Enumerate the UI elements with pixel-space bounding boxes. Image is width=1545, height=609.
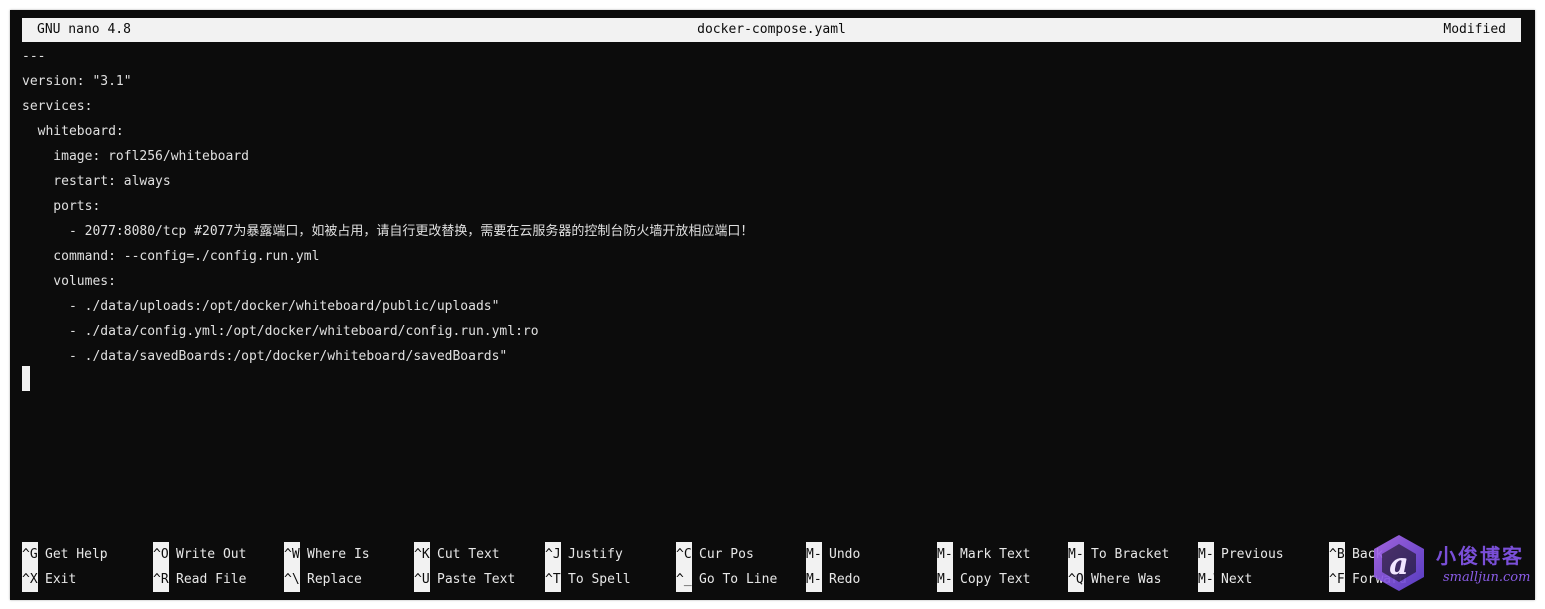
shortcut-label: To Bracket xyxy=(1091,547,1170,562)
shortcut-key: ^O xyxy=(153,542,169,567)
shortcut-label: Redo xyxy=(829,572,861,587)
modified-status: Modified xyxy=(1443,22,1506,37)
shortcut-key: ^K xyxy=(414,542,430,567)
shortcut-label: Mark Text xyxy=(960,547,1031,562)
shortcut-key: ^T xyxy=(545,567,561,592)
shortcut-key: ^C xyxy=(676,542,692,567)
editor-line[interactable]: --- xyxy=(22,44,1522,69)
shortcut-key: ^U xyxy=(414,567,430,592)
shortcut-previous[interactable]: M-Q Previous xyxy=(1198,542,1284,567)
shortcut-label: Cut Text xyxy=(437,547,500,562)
shortcut-label: Copy Text xyxy=(960,572,1031,587)
editor-line[interactable]: - ./data/savedBoards:/opt/docker/whitebo… xyxy=(22,344,1522,369)
shortcut-label: Paste Text xyxy=(437,572,516,587)
shortcut-key: ^G xyxy=(22,542,38,567)
shortcut-label: Write Out xyxy=(176,547,247,562)
shortcut-where-was[interactable]: ^Q Where Was xyxy=(1068,567,1161,592)
editor-buffer[interactable]: --- version: "3.1" services: whiteboard:… xyxy=(22,44,1522,369)
shortcut-key: M-E xyxy=(806,567,822,592)
shortcut-key: M-] xyxy=(1068,542,1084,567)
shortcut-label: Read File xyxy=(176,572,247,587)
shortcut-label: Undo xyxy=(829,547,861,562)
shortcut-key: ^W xyxy=(284,542,300,567)
shortcut-label: Get Help xyxy=(45,547,108,562)
watermark-logo-icon: a xyxy=(1374,535,1424,591)
file-name: docker-compose.yaml xyxy=(697,22,846,37)
shortcut-read-file[interactable]: ^R Read File xyxy=(153,567,246,592)
editor-line[interactable]: restart: always xyxy=(22,169,1522,194)
shortcut-to-spell[interactable]: ^T To Spell xyxy=(545,567,631,592)
shortcut-key: ^J xyxy=(545,542,561,567)
shortcut-get-help[interactable]: ^G Get Help xyxy=(22,542,108,567)
shortcut-mark-text[interactable]: M-A Mark Text xyxy=(937,542,1030,567)
shortcut-redo[interactable]: M-E Redo xyxy=(806,567,860,592)
editor-line[interactable]: - 2077:8080/tcp #2077为暴露端口，如被占用，请自行更改替换，… xyxy=(22,219,1522,244)
svg-text:a: a xyxy=(1389,547,1408,582)
editor-line[interactable]: - ./data/config.yml:/opt/docker/whiteboa… xyxy=(22,319,1522,344)
shortcut-key: M-U xyxy=(806,542,822,567)
shortcut-justify[interactable]: ^J Justify xyxy=(545,542,623,567)
shortcut-label: Cur Pos xyxy=(699,547,754,562)
shortcut-bar: ^G Get Help ^O Write Out ^W Where Is ^K Cut … xyxy=(22,542,1522,592)
shortcut-write-out[interactable]: ^O Write Out xyxy=(153,542,246,567)
shortcut-next[interactable]: M-W Next xyxy=(1198,567,1252,592)
shortcut-key: ^Q xyxy=(1068,567,1084,592)
shortcut-cur-pos[interactable]: ^C Cur Pos xyxy=(676,542,754,567)
shortcut-key: ^X xyxy=(22,567,38,592)
text-cursor xyxy=(22,366,30,391)
editor-line[interactable]: whiteboard: xyxy=(22,119,1522,144)
shortcut-key: ^B xyxy=(1329,542,1345,567)
editor-line[interactable]: services: xyxy=(22,94,1522,119)
shortcut-key: ^F xyxy=(1329,567,1345,592)
shortcut-label: Go To Line xyxy=(699,572,778,587)
watermark-cn: 小俊博客 xyxy=(1436,544,1524,568)
editor-line[interactable]: version: "3.1" xyxy=(22,69,1522,94)
shortcut-replace[interactable]: ^\ Replace xyxy=(284,567,362,592)
shortcut-copy-text[interactable]: M-6 Copy Text xyxy=(937,567,1030,592)
shortcut-label: Replace xyxy=(307,572,362,587)
shortcut-label: Next xyxy=(1221,572,1253,587)
shortcut-exit[interactable]: ^X Exit xyxy=(22,567,76,592)
shortcut-key: ^R xyxy=(153,567,169,592)
editor-line[interactable]: ports: xyxy=(22,194,1522,219)
shortcut-key: M-6 xyxy=(937,567,953,592)
shortcut-label: To Spell xyxy=(568,572,631,587)
editor-line[interactable]: - ./data/uploads:/opt/docker/whiteboard/… xyxy=(22,294,1522,319)
shortcut-go-to-line[interactable]: ^_ Go To Line xyxy=(676,567,777,592)
editor-line[interactable]: image: rofl256/whiteboard xyxy=(22,144,1522,169)
shortcut-key: M-Q xyxy=(1198,542,1214,567)
shortcut-label: Previous xyxy=(1221,547,1284,562)
editor-line[interactable]: command: --config=./config.run.yml xyxy=(22,244,1522,269)
shortcut-key: ^_ xyxy=(676,567,692,592)
shortcut-to-bracket[interactable]: M-] To Bracket xyxy=(1068,542,1169,567)
watermark: a 小俊博客 smalljun.com xyxy=(1368,532,1533,594)
shortcut-key: M-A xyxy=(937,542,953,567)
shortcut-where-is[interactable]: ^W Where Is xyxy=(284,542,370,567)
shortcut-paste-text[interactable]: ^U Paste Text xyxy=(414,567,515,592)
shortcut-label: Where Was xyxy=(1091,572,1162,587)
shortcut-key: M-W xyxy=(1198,567,1214,592)
shortcut-label: Justify xyxy=(568,547,623,562)
terminal-window: GNU nano 4.8 docker-compose.yaml Modifie… xyxy=(10,10,1535,600)
shortcut-undo[interactable]: M-U Undo xyxy=(806,542,860,567)
watermark-en: smalljun.com xyxy=(1443,570,1531,585)
shortcut-key: ^\ xyxy=(284,567,300,592)
editor-line[interactable]: volumes: xyxy=(22,269,1522,294)
shortcut-label: Where Is xyxy=(307,547,370,562)
nano-title-bar: GNU nano 4.8 docker-compose.yaml Modifie… xyxy=(22,18,1521,42)
shortcut-label: Exit xyxy=(45,572,77,587)
shortcut-cut-text[interactable]: ^K Cut Text xyxy=(414,542,500,567)
